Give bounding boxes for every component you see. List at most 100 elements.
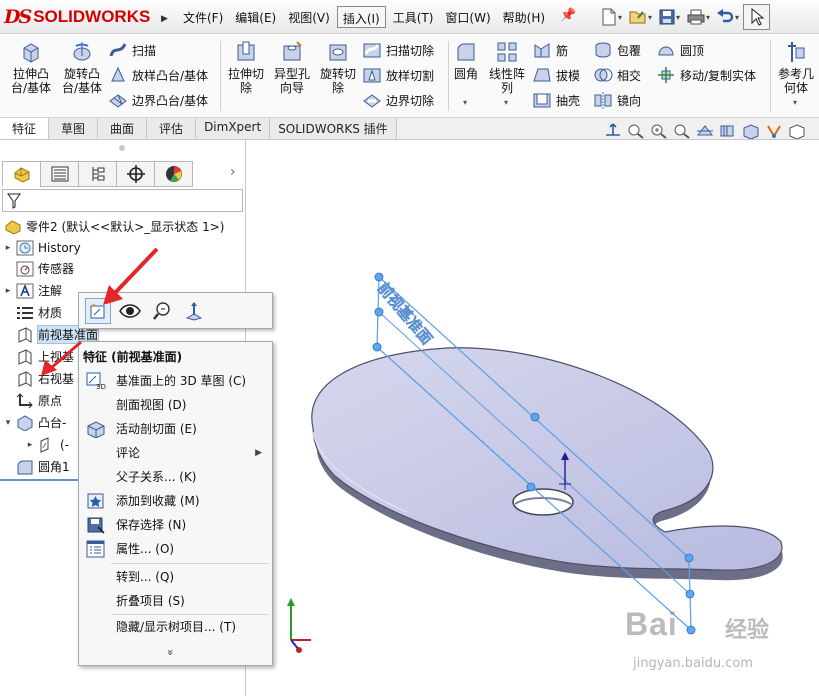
reference-geometry-button[interactable]: 参考几 何体 [774,38,818,95]
menu-insert[interactable]: 插入(I) [336,6,386,28]
menu-item-collapse[interactable]: 折叠项目 (S) [79,589,272,612]
tab-evaluate[interactable]: 评估 [147,118,197,139]
submenu-arrow-icon: ▶ [255,447,262,458]
dimxpert-icon[interactable] [116,161,155,187]
previous-view-icon[interactable] [672,123,692,139]
loft-boss-button[interactable]: 放样凸台/基体 [108,66,208,84]
view-orientation-icon[interactable] [603,123,623,139]
menu-edit[interactable]: 编辑(E) [230,6,281,28]
shell-button[interactable]: 抽壳 [532,91,580,109]
appearance-icon[interactable] [764,123,784,139]
menu-item-goto[interactable]: 转到... (Q) [79,565,272,588]
tab-surfaces[interactable]: 曲面 [98,118,148,139]
tree-history[interactable]: ▸ History [2,237,81,258]
logo-expand-icon[interactable]: ▶ [161,14,168,24]
expand-icon[interactable]: ▸ [2,286,14,296]
tree-part[interactable]: 零件2 (默认<<默认>_显示状态 1>) [2,216,224,237]
extrude-cut-button[interactable]: 拉伸切 除 [224,38,268,95]
section-view-icon[interactable] [695,123,715,139]
open-icon[interactable]: ▾ [627,4,654,30]
swept-cut-button[interactable]: 扫描切除 [362,41,434,59]
display-style-icon[interactable] [741,123,761,139]
new-icon[interactable]: ▾ [598,4,625,30]
tab-sketch[interactable]: 草图 [49,118,99,139]
shell-icon [533,93,551,108]
menu-window[interactable]: 窗口(W) [440,6,495,28]
menu-item-label: 折叠项目 (S) [116,594,185,608]
solidworks-window: DS SOLIDWORKS ▶ 文件(F) 编辑(E) 视图(V) 插入(I) … [0,0,819,696]
display-pane-icon[interactable] [787,123,807,139]
hole-wizard-button[interactable]: 异型孔 向导 [270,38,314,95]
save-icon[interactable]: ▾ [656,4,683,30]
tree-origin[interactable]: 原点 [2,390,62,411]
menu-item-3d-sketch[interactable]: 3D 基准面上的 3D 草图 (C) [79,369,272,392]
menu-item-properties[interactable]: 属性... (O) [79,537,272,560]
boundary-cut-button[interactable]: 边界切除 [362,91,434,109]
menu-file[interactable]: 文件(F) [178,6,228,28]
fillet-tree-label: 圆角1 [38,460,70,474]
menu-item-label: 活动剖切面 (E) [116,422,197,436]
tree-material[interactable]: 材质 [2,302,62,323]
tree-sensors[interactable]: 传感器 [2,258,74,279]
menu-item-parent-child[interactable]: 父子关系... (K) [79,465,272,488]
view-settings-icon[interactable] [718,123,738,139]
menu-expand-icon[interactable]: » [164,649,177,656]
intersect-button[interactable]: 相交 [593,66,641,84]
menu-item-comment[interactable]: 评论 ▶ [79,441,272,464]
filter-icon[interactable] [7,193,21,209]
linear-pattern-button[interactable]: 线性阵 列 [484,38,530,95]
tree-sketch[interactable]: ▸ (- [24,434,69,455]
revolve-cut-button[interactable]: 旋转切 除 [316,38,360,95]
lofted-cut-button[interactable]: 放样切割 [362,66,434,84]
tree-filter-bar[interactable] [2,189,243,212]
fillet-dropdown-icon[interactable]: ▾ [463,98,467,107]
tree-annotations[interactable]: ▸ 注解 [2,280,62,301]
revolve-boss-button[interactable]: 旋转凸 台/基体 [58,38,106,95]
menu-item-section-view[interactable]: 剖面视图 (D) [79,393,272,416]
display-manager-icon[interactable] [154,161,193,187]
panel-grip[interactable] [119,145,125,151]
ref-geometry-dropdown-icon[interactable]: ▾ [793,98,797,107]
tree-boss[interactable]: ▾ 凸台- [2,412,66,433]
expand-icon[interactable]: ▸ [24,440,36,450]
menu-item-hide-show-tree[interactable]: 隐藏/显示树项目... (T) [79,615,272,638]
tree-fillet[interactable]: 圆角1 [2,456,70,477]
undo-icon[interactable]: ▾ [714,4,741,30]
pattern-dropdown-icon[interactable]: ▾ [504,98,508,107]
menu-item-live-section[interactable]: 活动剖切面 (E) [79,417,272,440]
menu-tools[interactable]: 工具(T) [388,6,439,28]
pin-icon[interactable]: 📌 [560,8,576,23]
wrap-button[interactable]: 包覆 [593,41,641,59]
menu-item-label: 隐藏/显示树项目... (T) [116,620,236,634]
tab-dimxpert[interactable]: DimXpert [196,118,271,139]
extrude-boss-button[interactable]: 拉伸凸 台/基体 [6,38,56,95]
property-manager-icon[interactable] [40,161,79,187]
dome-button[interactable]: 圆顶 [656,41,704,59]
fillet-button[interactable]: 圆角 [450,38,482,81]
normal-to-icon[interactable] [181,298,207,324]
print-icon[interactable]: ▾ [685,4,712,30]
zoom-area-icon[interactable] [649,123,669,139]
reference-geometry-label: 参考几 何体 [777,67,814,95]
feature-manager-icon[interactable] [2,161,41,187]
tab-addins[interactable]: SOLIDWORKS 插件 [270,118,397,139]
mirror-button[interactable]: 镜向 [593,91,641,109]
menu-item-save-selection[interactable]: 保存选择 (N) [79,513,272,536]
boundary-boss-button[interactable]: 边界凸台/基体 [108,91,208,109]
menu-item-add-favorite[interactable]: 添加到收藏 (M) [79,489,272,512]
menu-help[interactable]: 帮助(H) [498,6,550,28]
draft-button[interactable]: 拔模 [532,66,580,84]
rib-button[interactable]: 筋 [532,41,568,59]
configuration-manager-icon[interactable] [78,161,117,187]
panel-more-icon[interactable]: › [230,164,236,180]
zoom-to-fit-icon[interactable] [626,123,646,139]
menu-view[interactable]: 视图(V) [283,6,335,28]
select-icon[interactable] [743,4,770,30]
sweep-button[interactable]: 扫描 [108,41,156,59]
tab-features[interactable]: 特征 [0,118,50,139]
material-label: 材质 [38,306,63,320]
move-copy-button[interactable]: 移动/复制实体 [656,66,756,84]
collapse-icon[interactable]: ▾ [2,418,14,428]
solidworks-logo[interactable]: DS SOLIDWORKS [4,4,150,30]
expand-icon[interactable]: ▸ [2,243,14,253]
